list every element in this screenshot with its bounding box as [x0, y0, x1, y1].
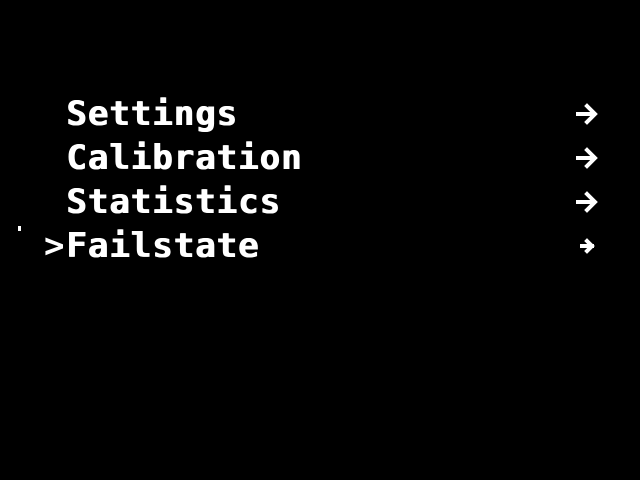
- arrow-right-icon: [576, 147, 598, 169]
- menu-item-calibration[interactable]: Calibration: [66, 136, 606, 180]
- main-menu: Settings Calibration Statistics > Failst…: [44, 92, 606, 268]
- menu-item-label: Calibration: [66, 138, 303, 178]
- arrow-right-icon: [576, 191, 598, 213]
- menu-item-label: Settings: [66, 94, 238, 134]
- menu-item-statistics[interactable]: Statistics: [66, 180, 606, 224]
- selection-cursor: >: [44, 226, 65, 266]
- menu-item-label: Statistics: [66, 182, 281, 222]
- arrow-right-icon: [580, 238, 595, 254]
- arrow-right-icon: [576, 103, 598, 125]
- screen-artifact-dot: [18, 226, 21, 231]
- menu-item-settings[interactable]: Settings: [66, 92, 606, 136]
- menu-screen: Settings Calibration Statistics > Failst…: [0, 0, 640, 480]
- menu-item-failstate[interactable]: > Failstate: [44, 224, 606, 268]
- menu-item-label: Failstate: [66, 226, 260, 266]
